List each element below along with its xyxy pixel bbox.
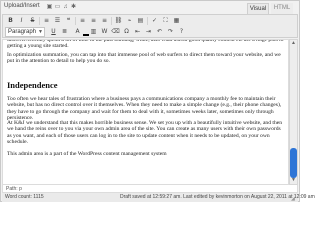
content-heading: Independence [7,80,58,90]
scroll-up-icon[interactable]: ▲ [290,40,297,47]
toolbar-separator [111,17,112,25]
toolbar-separator [75,17,76,25]
add-video-icon[interactable]: ▭ [54,4,61,10]
align-left-icon[interactable]: ≡ [78,17,87,25]
content-paragraph: Too often we hear tales of frustration w… [7,96,282,121]
add-image-icon[interactable]: ▣ [46,4,53,10]
formatting-toolbar-row2: Paragraph ▼ U ≣ A ▥ W ⌫ Ω ⇤ ⇥ ↶ ↷ ? [2,26,298,38]
content-paragraph: discover/recently spend a lot of time in… [7,39,284,50]
content-scrollbar[interactable]: ▲ ▼ [289,39,298,185]
word-count: Word count: 1115 [5,194,44,200]
strikethrough-icon[interactable]: S [28,17,37,25]
element-path-bar: Path: p [2,185,298,193]
outdent-icon[interactable]: ⇤ [133,28,142,36]
numbered-list-icon[interactable]: ☰ [53,17,62,25]
editor-top-bar: Upload/Insert ▣ ▭ ♫ ✱ Visual HTML [1,1,299,14]
add-audio-icon[interactable]: ♫ [62,4,69,10]
chevron-down-icon: ▼ [38,29,43,35]
help-icon[interactable]: ? [177,28,186,36]
fullscreen-icon[interactable]: ⛶ [161,17,170,25]
kitchen-sink-icon[interactable]: ▦ [172,17,181,25]
add-media-icon[interactable]: ✱ [70,4,77,10]
content-paragraph: In optimization summation, you can tap i… [7,52,281,65]
toolbar-separator [147,17,148,25]
paragraph-format-select[interactable]: Paragraph ▼ [5,27,45,37]
unlink-icon[interactable]: ⌁ [125,17,134,25]
scrollbar-thumb[interactable] [290,148,297,178]
underline-icon[interactable]: U [49,28,58,36]
link-icon[interactable]: ⛓ [114,17,123,25]
text-color-icon[interactable]: A [73,28,82,36]
align-right-icon[interactable]: ≡ [100,17,109,25]
paste-word-icon[interactable]: W [100,28,109,36]
content-paragraph: At K&J we understand that this makes hor… [7,120,283,145]
undo-icon[interactable]: ↶ [155,28,164,36]
post-editor: Upload/Insert ▣ ▭ ♫ ✱ Visual HTML B I S … [0,0,315,202]
resize-handle-icon[interactable]: ◢ [291,196,297,202]
spellcheck-icon[interactable]: ✓ [150,17,159,25]
tab-html[interactable]: HTML [271,3,293,14]
draft-saved-status: Draft saved at 12:59:27 am. Last edited … [120,194,315,200]
paragraph-format-value: Paragraph [8,29,37,35]
toolbar-separator [39,17,40,25]
redo-icon[interactable]: ↷ [166,28,175,36]
scroll-down-icon[interactable]: ▼ [290,177,297,184]
editor-status-bar: Word count: 1115 Draft saved at 12:59:27… [2,193,315,202]
content-paragraph: This admin area is a part of the WordPre… [7,151,167,157]
more-tag-icon[interactable]: ▤ [136,17,145,25]
indent-icon[interactable]: ⇥ [144,28,153,36]
justify-icon[interactable]: ≣ [60,28,69,36]
paste-text-icon[interactable]: ▥ [89,28,98,36]
bold-icon[interactable]: B [6,17,15,25]
remove-format-icon[interactable]: ⌫ [111,28,120,36]
element-path: Path: p [6,186,22,192]
formatting-toolbar-row1: B I S ≡ ☰ ❝ ≡ ≡ ≡ ⛓ ⌁ ▤ ✓ ⛶ ▦ [2,14,298,26]
bullet-list-icon[interactable]: ≡ [42,17,51,25]
tab-visual[interactable]: Visual [247,3,269,14]
italic-icon[interactable]: I [17,17,26,25]
upload-insert-label: Upload/Insert [4,3,40,9]
blockquote-icon[interactable]: ❝ [64,17,73,25]
editor-content-area[interactable]: discover/recently spend a lot of time in… [2,39,289,185]
special-char-icon[interactable]: Ω [122,28,131,36]
align-center-icon[interactable]: ≡ [89,17,98,25]
